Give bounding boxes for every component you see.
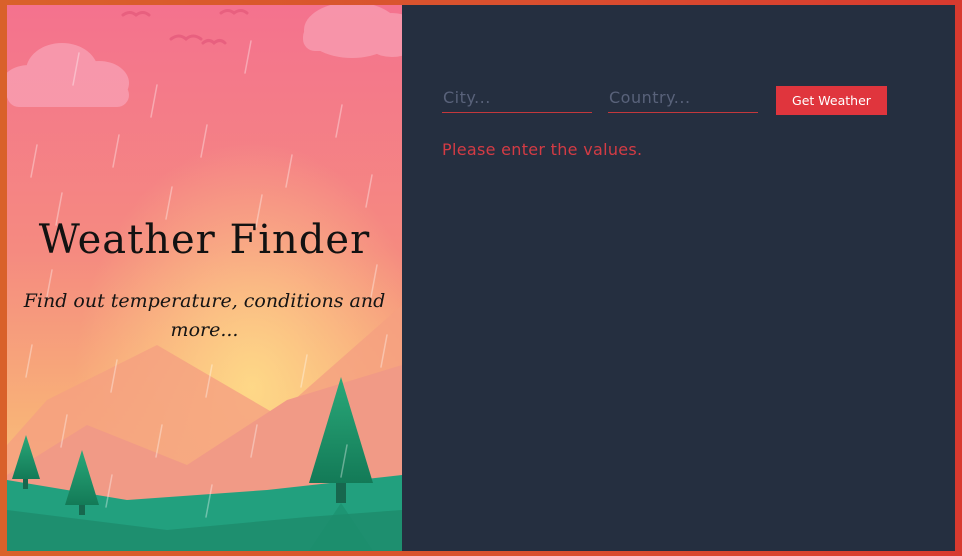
form-panel: Get Weather Please enter the values. xyxy=(402,5,955,551)
window-frame: Weather Finder Find out temperature, con… xyxy=(0,0,962,556)
app-title: Weather Finder xyxy=(38,217,371,263)
error-message: Please enter the values. xyxy=(442,140,643,159)
get-weather-button[interactable]: Get Weather xyxy=(776,86,887,115)
city-input[interactable] xyxy=(442,85,592,113)
app-subtitle: Find out temperature, conditions and mor… xyxy=(23,290,386,341)
cloud-right xyxy=(303,5,402,58)
rainy-landscape-illustration xyxy=(7,5,402,551)
title-panel: Weather Finder Find out temperature, con… xyxy=(7,5,402,551)
weather-app: Weather Finder Find out temperature, con… xyxy=(7,5,955,551)
country-input[interactable] xyxy=(608,85,758,113)
